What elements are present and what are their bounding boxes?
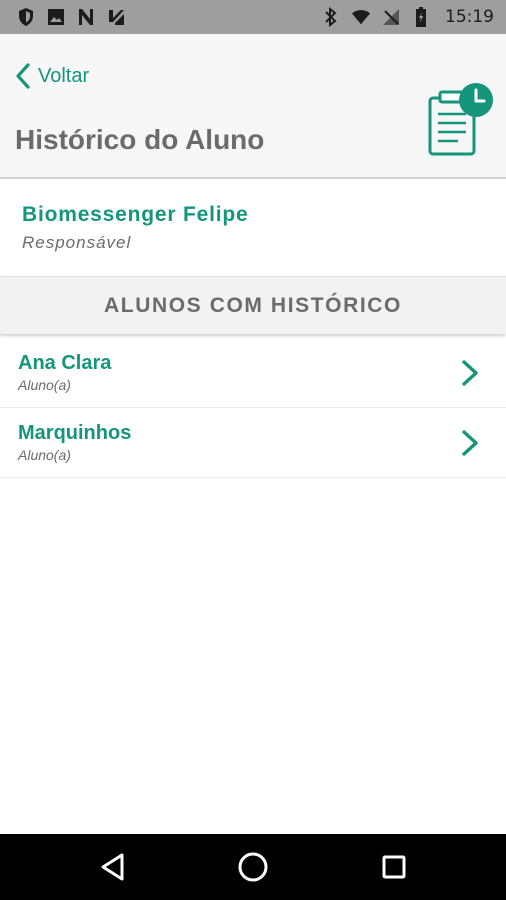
section-title: ALUNOS COM HISTÓRICO: [104, 293, 402, 317]
back-label: Voltar: [38, 64, 90, 87]
chevron-left-icon: [14, 62, 32, 90]
status-bar: 15:19: [0, 0, 506, 34]
signal-icon: [381, 7, 401, 27]
student-name: Marquinhos: [18, 422, 132, 444]
status-left-icons: [16, 7, 126, 27]
list-item[interactable]: Marquinhos Aluno(a): [0, 408, 506, 478]
recent-square-icon[interactable]: [377, 850, 411, 884]
status-time: 15:19: [445, 7, 494, 27]
wifi-icon: [351, 7, 371, 27]
navigation-bar: [0, 834, 506, 900]
shield-icon: [16, 7, 36, 27]
page-title: Histórico do Aluno: [15, 124, 265, 155]
responsible-role: Responsável: [22, 233, 132, 252]
student-name: Ana Clara: [18, 352, 112, 374]
n-icon: [76, 7, 96, 27]
history-document-icon: [426, 82, 496, 158]
student-list: Ana Clara Aluno(a) Marquinhos Aluno(a): [0, 338, 506, 478]
check-app-icon: [106, 7, 126, 27]
status-right-icons: 15:19: [321, 7, 494, 27]
header: Voltar Histórico do Aluno: [0, 34, 506, 179]
chevron-right-icon: [458, 358, 482, 388]
responsible-name: Biomessenger Felipe: [22, 203, 249, 226]
chevron-right-icon: [458, 428, 482, 458]
image-icon: [46, 7, 66, 27]
back-button[interactable]: Voltar: [14, 62, 89, 90]
bluetooth-icon: [321, 7, 341, 27]
battery-icon: [411, 7, 431, 27]
responsible-card: Biomessenger Felipe Responsável: [0, 181, 506, 275]
home-circle-icon[interactable]: [236, 850, 270, 884]
back-triangle-icon[interactable]: [96, 850, 130, 884]
student-role: Aluno(a): [18, 447, 71, 463]
section-header: ALUNOS COM HISTÓRICO: [0, 276, 506, 334]
student-role: Aluno(a): [18, 377, 71, 393]
list-item[interactable]: Ana Clara Aluno(a): [0, 338, 506, 408]
